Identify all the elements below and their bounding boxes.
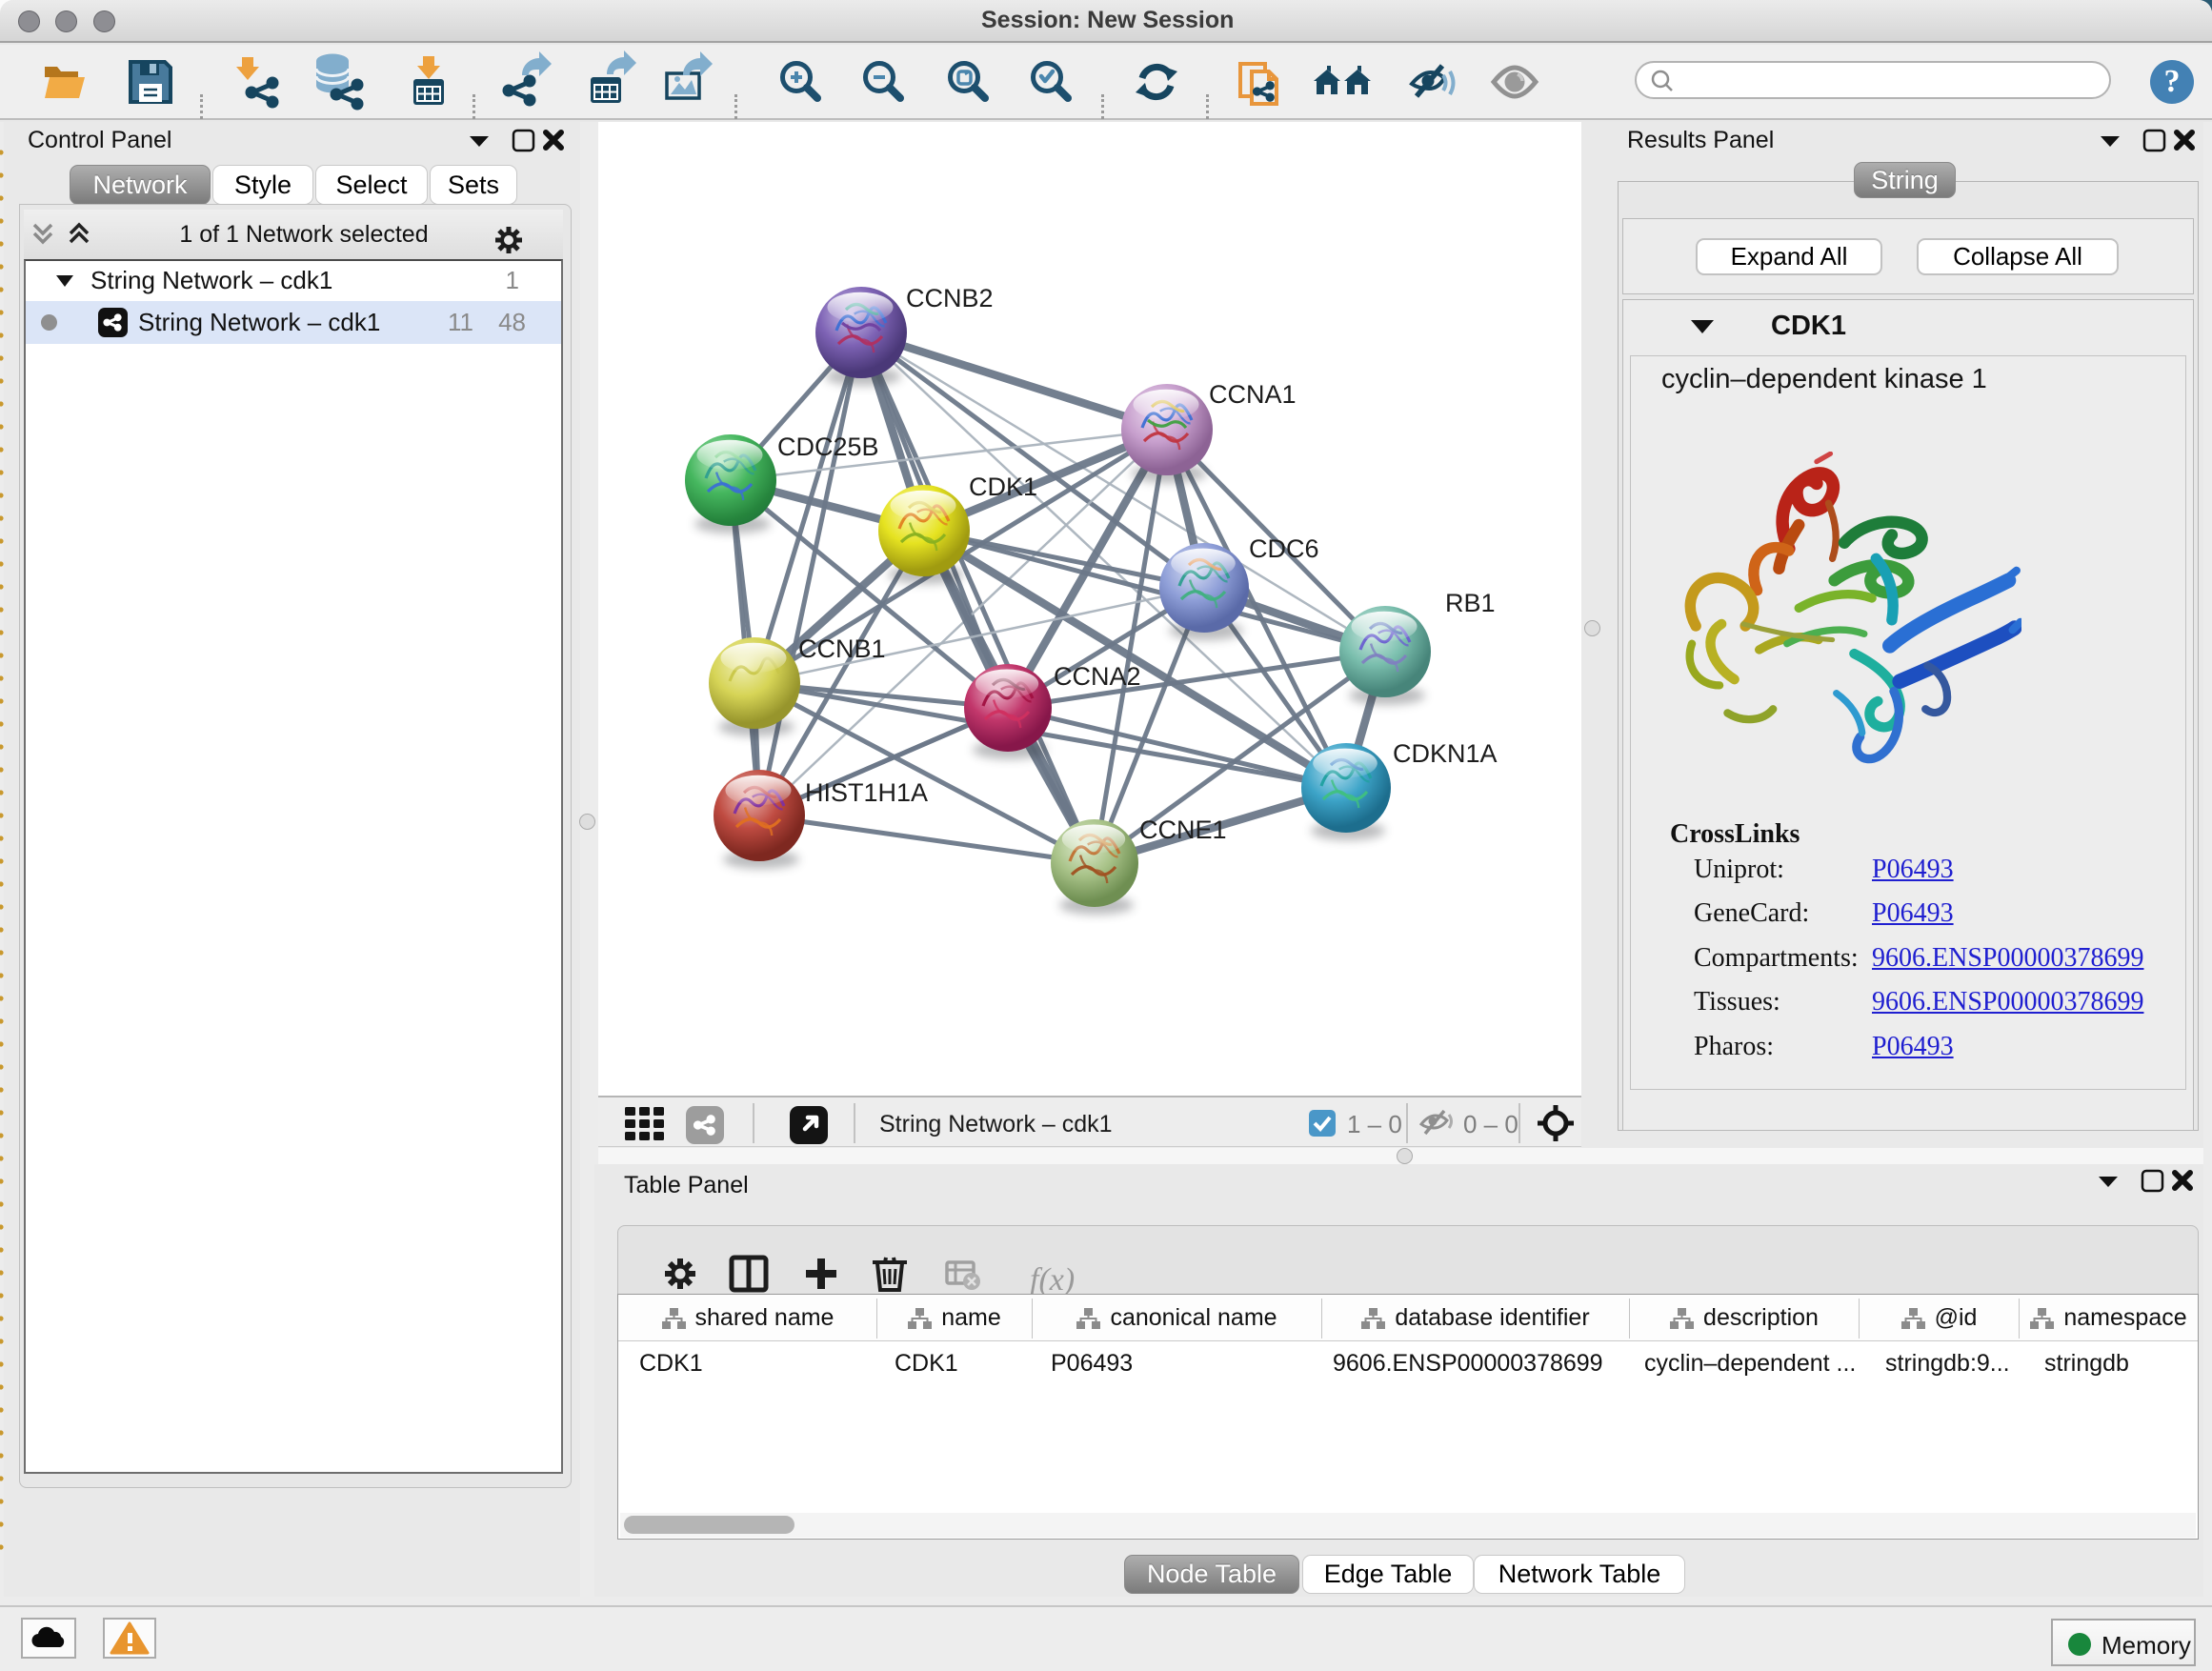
svg-text:CDK1: CDK1	[969, 473, 1037, 501]
svg-text:CCNA1: CCNA1	[1209, 380, 1297, 409]
svg-text:CCNA2: CCNA2	[1054, 662, 1141, 691]
svg-text:CDC6: CDC6	[1249, 534, 1319, 563]
svg-text:CDC25B: CDC25B	[777, 433, 879, 461]
svg-text:CCNB2: CCNB2	[906, 284, 994, 312]
svg-text:RB1: RB1	[1445, 589, 1496, 617]
svg-text:CCNE1: CCNE1	[1139, 815, 1227, 844]
svg-text:CDKN1A: CDKN1A	[1393, 739, 1498, 768]
svg-text:CCNB1: CCNB1	[798, 634, 886, 663]
svg-text:HIST1H1A: HIST1H1A	[805, 778, 928, 807]
